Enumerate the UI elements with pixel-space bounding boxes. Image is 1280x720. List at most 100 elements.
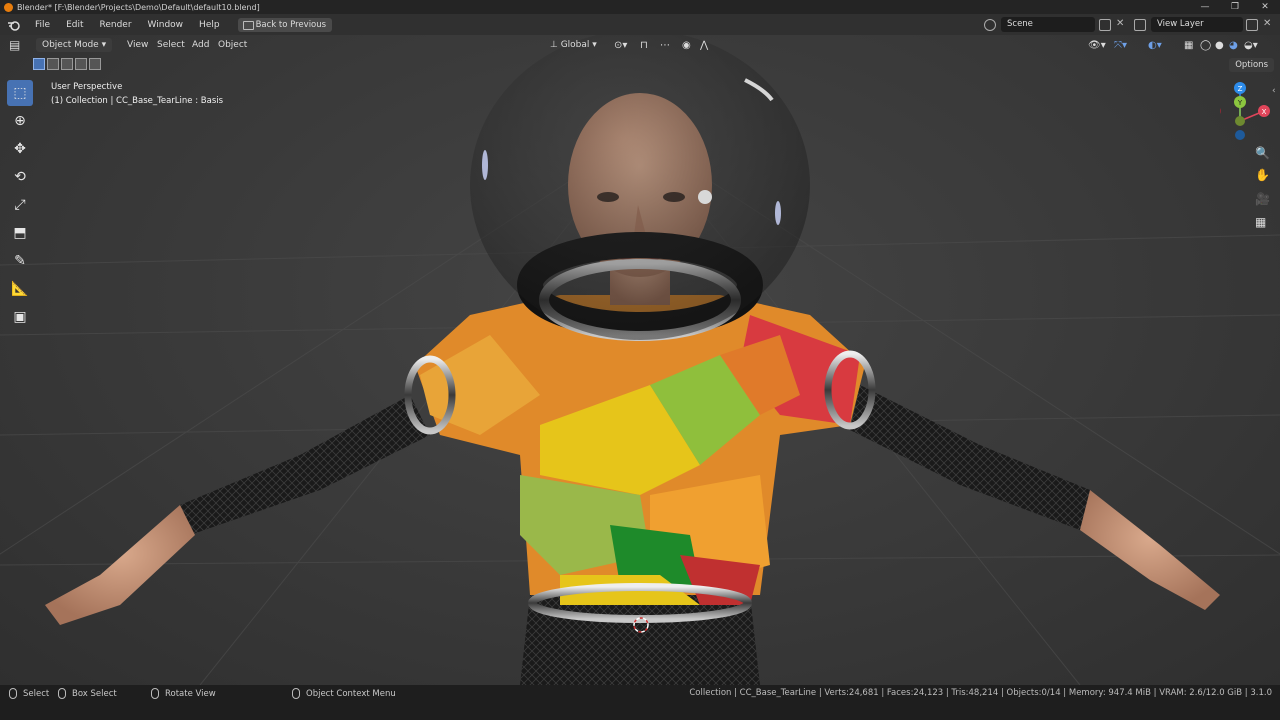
mouse-drag-icon	[58, 688, 66, 699]
axis-gizmo[interactable]: Z X Y	[1211, 80, 1280, 240]
select-box-tool[interactable]: ⬚	[7, 80, 33, 106]
rendered-shading-icon[interactable]: ◒▾	[1244, 40, 1258, 51]
mouse-middle-icon	[151, 688, 159, 699]
transform-orientation-label: Global	[560, 40, 590, 50]
rotate-icon: ⟲	[14, 169, 26, 185]
transform-icon: ⬒	[13, 225, 27, 241]
gizmo-z-label: Z	[1238, 85, 1243, 93]
visibility-icon[interactable]: 👁▾	[1088, 40, 1106, 51]
camera-view-icon[interactable]: 🎥	[1255, 192, 1270, 206]
add-cube-tool[interactable]: ▣	[7, 304, 33, 330]
helmet-reflection-right	[775, 201, 781, 225]
object-mode-dropdown[interactable]: Object Mode ▾	[36, 38, 113, 52]
left-hand	[45, 505, 195, 625]
solid-shading-icon[interactable]: ●	[1215, 40, 1224, 51]
zoom-icon[interactable]: 🔍	[1255, 146, 1270, 160]
select-extend-icon[interactable]	[47, 58, 59, 70]
blender-menu-icon[interactable]	[7, 18, 21, 32]
cursor-icon: ⊕	[14, 113, 26, 129]
new-view-layer-icon[interactable]	[1246, 19, 1258, 31]
status-box-select-label: Box Select	[72, 688, 117, 699]
mouse-right-icon	[292, 688, 300, 699]
perspective-label: User Perspective	[51, 82, 123, 92]
maximize-button[interactable]: ❐	[1220, 0, 1250, 14]
menu-render[interactable]: Render	[92, 20, 140, 30]
new-scene-icon[interactable]	[1099, 19, 1111, 31]
measure-tool[interactable]: 📐	[7, 276, 33, 302]
status-context-menu-label: Object Context Menu	[306, 688, 396, 699]
helmet-reflection-left	[482, 150, 488, 180]
status-context-menu: Object Context Menu	[292, 688, 396, 699]
measure-icon: 📐	[11, 281, 29, 297]
select-new-icon[interactable]	[33, 58, 45, 70]
helmet-highlight-dot	[698, 190, 712, 204]
back-to-previous-button[interactable]: Back to Previous	[237, 17, 333, 32]
select-subtract-icon[interactable]	[61, 58, 73, 70]
lower-body	[520, 595, 760, 685]
viewport-scene	[0, 35, 1280, 685]
snap-target-icon[interactable]: ⋯	[660, 40, 670, 51]
remove-scene-icon[interactable]: ✕	[1116, 18, 1124, 29]
transform-orientation-dropdown[interactable]: ⊥ Global ▾	[550, 40, 597, 50]
blender-logo-icon	[4, 2, 13, 12]
right-hand	[1080, 490, 1220, 610]
proportional-edit-icon[interactable]: ◉	[682, 40, 691, 51]
view-layer-icon[interactable]	[1134, 19, 1146, 31]
menu-help[interactable]: Help	[191, 20, 228, 30]
move-tool[interactable]: ✥	[7, 136, 33, 162]
view-layer-selector[interactable]: View Layer	[1151, 17, 1243, 32]
left-sleeve	[180, 395, 430, 535]
select-invert-icon[interactable]	[75, 58, 87, 70]
sidebar-toggle-icon[interactable]: ‹	[1272, 86, 1276, 96]
xray-toggle-icon[interactable]: ▦	[1184, 40, 1193, 51]
header-menu-view[interactable]: View	[127, 40, 148, 50]
remove-view-layer-icon[interactable]: ✕	[1263, 18, 1271, 29]
select-mode-buttons	[33, 58, 101, 70]
perspective-toggle-icon[interactable]: ▦	[1255, 215, 1266, 229]
menu-window[interactable]: Window	[140, 20, 192, 30]
rotate-tool[interactable]: ⟲	[7, 164, 33, 190]
scene-statistics: Collection | CC_Base_TearLine | Verts:24…	[689, 688, 1272, 698]
select-box-icon: ⬚	[13, 85, 27, 101]
scene-icon[interactable]	[984, 19, 996, 31]
3d-viewport[interactable]	[0, 35, 1280, 685]
menu-file[interactable]: File	[27, 20, 58, 30]
status-rotate-view: Rotate View	[151, 688, 216, 699]
scale-icon: ⤢	[14, 197, 26, 213]
cursor-tool[interactable]: ⊕	[7, 108, 33, 134]
right-sleeve	[850, 385, 1090, 530]
title-bar: Blender* [F:\Blender\Projects\Demo\Defau…	[0, 0, 1280, 14]
transform-tool[interactable]: ⬒	[7, 220, 33, 246]
status-rotate-view-label: Rotate View	[165, 688, 216, 699]
pan-hand-icon[interactable]: ✋	[1255, 168, 1270, 182]
navigation-gizmo[interactable]: Z X Y	[1211, 80, 1280, 240]
overlay-toggle-icon[interactable]: ◐▾	[1148, 40, 1162, 51]
pivot-point-icon[interactable]: ⊙▾	[614, 40, 627, 51]
scale-tool[interactable]: ⤢	[7, 192, 33, 218]
minimize-button[interactable]: —	[1190, 0, 1220, 14]
material-shading-icon[interactable]: ◕	[1229, 40, 1238, 51]
close-button[interactable]: ✕	[1250, 0, 1280, 14]
wireframe-shading-icon[interactable]: ◯	[1200, 40, 1211, 51]
status-select-label: Select	[23, 688, 50, 699]
scene-selector[interactable]: Scene	[1001, 17, 1095, 32]
collection-info: (1) Collection | CC_Base_TearLine : Basi…	[51, 96, 224, 106]
options-dropdown[interactable]: Options	[1229, 58, 1274, 72]
annotate-tool[interactable]: ✎	[7, 248, 33, 274]
falloff-icon[interactable]: ⋀	[700, 40, 708, 51]
add-cube-icon: ▣	[13, 309, 27, 325]
menu-edit[interactable]: Edit	[58, 20, 91, 30]
status-box-select: Box Select	[58, 688, 117, 699]
mouse-left-icon	[9, 688, 17, 699]
gizmo-toggle-icon[interactable]: ⤧▾	[1114, 40, 1127, 51]
left-toolbar: ⬚ ⊕ ✥ ⟲ ⤢ ⬒ ✎ 📐 ▣	[7, 80, 35, 332]
status-bar: Select Box Select Rotate View Object Con…	[0, 685, 1280, 720]
header-menu-select[interactable]: Select	[157, 40, 185, 50]
select-intersect-icon[interactable]	[89, 58, 101, 70]
window-controls: — ❐ ✕	[1190, 0, 1280, 14]
editor-type-icon[interactable]: ▤	[9, 38, 20, 52]
header-menu-add[interactable]: Add	[192, 40, 209, 50]
header-menu-object[interactable]: Object	[218, 40, 247, 50]
window-title: Blender* [F:\Blender\Projects\Demo\Defau…	[17, 2, 260, 12]
snap-icon[interactable]: ⊓	[640, 40, 648, 51]
